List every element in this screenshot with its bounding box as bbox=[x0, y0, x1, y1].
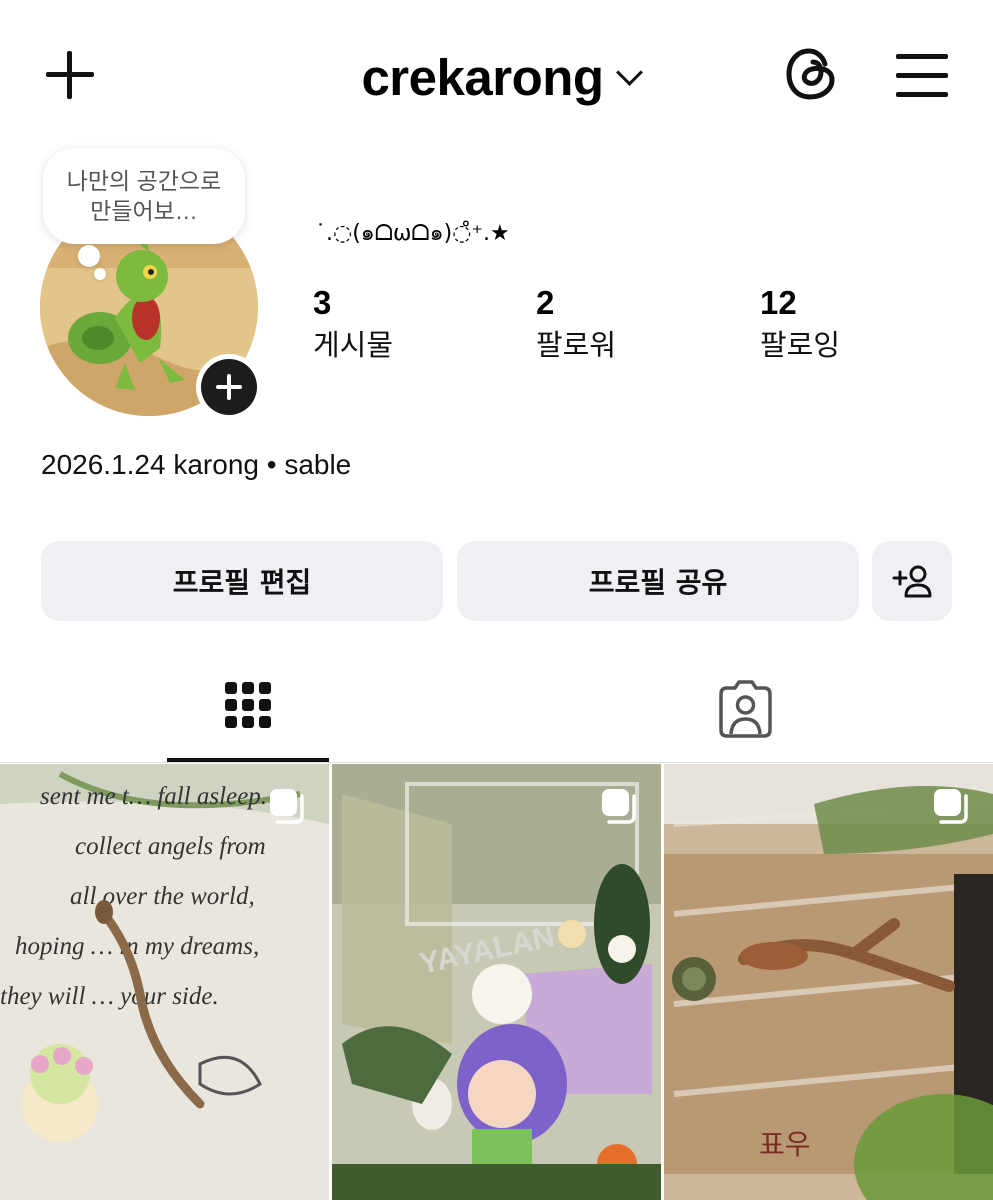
post-image: YAYALAN bbox=[332, 764, 661, 1200]
tab-tagged[interactable] bbox=[664, 672, 826, 764]
stat-posts: 3 게시물 bbox=[313, 284, 393, 364]
post-thumbnail[interactable]: YAYALAN bbox=[332, 764, 661, 1200]
plus-icon bbox=[201, 359, 257, 415]
add-person-icon bbox=[892, 565, 932, 598]
chevron-down-icon bbox=[615, 58, 643, 86]
post-image: 표우 bbox=[664, 764, 993, 1200]
menu-line bbox=[896, 92, 948, 97]
threads-button[interactable] bbox=[780, 42, 844, 106]
note-bubble-tail bbox=[78, 245, 100, 267]
menu-button[interactable] bbox=[890, 50, 954, 100]
profile-note-text: 나만의 공간으로 만들어보… bbox=[66, 168, 222, 224]
edit-profile-button[interactable]: 프로필 편집 bbox=[41, 541, 443, 621]
multiple-posts-icon bbox=[934, 789, 968, 824]
tab-divider bbox=[0, 762, 993, 763]
stat-label: 게시물 bbox=[313, 328, 394, 362]
post-caption-line: hoping … in my dreams, bbox=[15, 933, 259, 960]
create-post-button[interactable] bbox=[40, 45, 100, 105]
post-caption-line: they will … your side. bbox=[0, 983, 219, 1010]
tagged-person-icon bbox=[719, 680, 772, 738]
menu-line bbox=[896, 54, 948, 59]
display-name: ˙.◌(๑ᗝωᗝ๑)◌̊⁺.★ bbox=[315, 221, 510, 246]
tab-posts-grid[interactable] bbox=[167, 672, 329, 764]
post-caption-line: collect angels from bbox=[75, 833, 266, 860]
discover-people-button[interactable] bbox=[872, 541, 952, 621]
stat-followers[interactable]: 2 팔로워 bbox=[536, 284, 616, 364]
username: crekarong bbox=[361, 48, 604, 106]
add-story-button[interactable] bbox=[196, 354, 262, 420]
account-switcher[interactable]: crekarong bbox=[300, 42, 700, 112]
share-profile-button[interactable]: 프로필 공유 bbox=[457, 541, 859, 621]
post-label-text: 표우 bbox=[759, 1129, 811, 1160]
stat-following[interactable]: 12 팔로잉 bbox=[760, 284, 840, 364]
profile-note-bubble[interactable]: 나만의 공간으로 만들어보… bbox=[43, 148, 245, 244]
post-image: sent me t… fall asleep. collect angels f… bbox=[0, 764, 329, 1200]
post-thumbnail[interactable]: 표우 bbox=[664, 764, 993, 1200]
profile-bio: 2026.1.24 karong • sable bbox=[41, 449, 352, 480]
menu-line bbox=[896, 73, 948, 78]
threads-icon bbox=[786, 48, 835, 100]
stat-count: 3 bbox=[313, 284, 332, 321]
post-thumbnail[interactable]: sent me t… fall asleep. collect angels f… bbox=[0, 764, 329, 1200]
stat-count: 12 bbox=[760, 284, 797, 321]
multiple-posts-icon bbox=[602, 789, 636, 824]
stat-label: 팔로워 bbox=[536, 328, 617, 362]
grid-icon bbox=[225, 682, 271, 728]
stat-label: 팔로잉 bbox=[760, 328, 841, 362]
stat-count: 2 bbox=[536, 284, 555, 321]
note-bubble-tail bbox=[94, 268, 106, 280]
post-caption-line: sent me t… fall asleep. bbox=[40, 783, 267, 810]
multiple-posts-icon bbox=[270, 789, 304, 824]
